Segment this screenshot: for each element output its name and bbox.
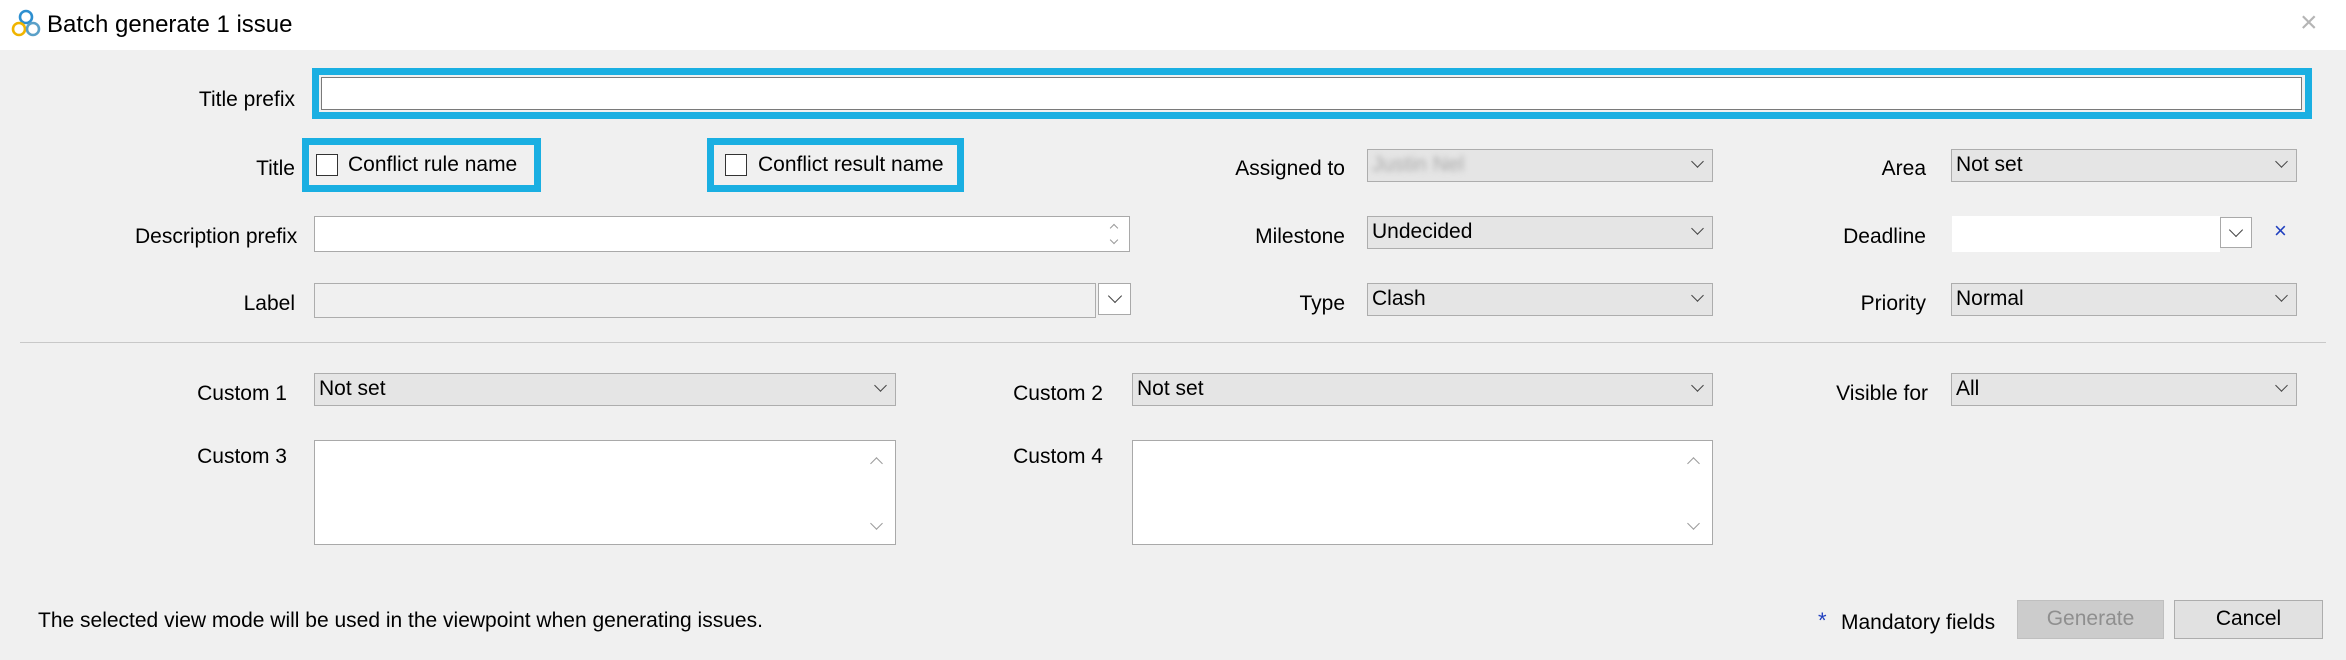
- milestone-value: Undecided: [1372, 220, 1473, 243]
- custom2-select[interactable]: Not set: [1132, 373, 1713, 406]
- chevron-down-icon: [2275, 289, 2288, 302]
- assigned-to-select[interactable]: Justin Nel: [1367, 149, 1713, 182]
- visible-for-label: Visible for: [1836, 382, 1928, 405]
- chevron-down-icon: [1691, 155, 1704, 168]
- window-title: Batch generate 1 issue: [47, 11, 293, 38]
- section-divider: [20, 342, 2326, 343]
- custom3-textarea[interactable]: [314, 440, 896, 545]
- deadline-input[interactable]: [1952, 216, 2220, 252]
- chevron-down-icon: [1691, 379, 1704, 392]
- custom2-label: Custom 2: [1013, 382, 1103, 405]
- priority-value: Normal: [1956, 287, 2024, 310]
- milestone-label: Milestone: [1255, 225, 1345, 248]
- conflict-result-checkbox[interactable]: [725, 154, 747, 176]
- visible-for-value: All: [1956, 377, 1980, 400]
- title-bar: Batch generate 1 issue ×: [0, 0, 2346, 50]
- custom4-textarea[interactable]: [1132, 440, 1713, 545]
- area-value: Not set: [1956, 153, 2023, 176]
- area-select[interactable]: Not set: [1951, 149, 2297, 182]
- priority-label: Priority: [1860, 292, 1926, 315]
- milestone-select[interactable]: Undecided: [1367, 216, 1713, 249]
- custom1-value: Not set: [319, 377, 386, 400]
- label-input[interactable]: [314, 283, 1096, 318]
- cancel-button[interactable]: Cancel: [2174, 600, 2323, 639]
- label-dropdown-button[interactable]: [1098, 283, 1131, 315]
- generate-button[interactable]: Generate: [2017, 600, 2164, 639]
- chevron-down-icon: [1691, 222, 1704, 235]
- title-prefix-label: Title prefix: [198, 88, 295, 111]
- chevron-down-icon: [2275, 155, 2288, 168]
- close-icon[interactable]: ×: [2300, 6, 2318, 40]
- view-mode-note: The selected view mode will be used in t…: [38, 609, 763, 632]
- chevron-down-icon: [874, 379, 887, 392]
- deadline-clear-icon[interactable]: ×: [2274, 218, 2287, 244]
- type-value: Clash: [1372, 287, 1426, 310]
- custom4-label: Custom 4: [1013, 445, 1103, 468]
- deadline-label: Deadline: [1843, 225, 1926, 248]
- chevron-down-icon: [2275, 379, 2288, 392]
- custom1-select[interactable]: Not set: [314, 373, 896, 406]
- description-prefix-input[interactable]: [314, 216, 1130, 252]
- chevron-down-icon: [2228, 222, 2244, 238]
- custom3-label: Custom 3: [197, 445, 287, 468]
- assigned-to-label: Assigned to: [1235, 157, 1345, 180]
- mandatory-fields-label: Mandatory fields: [1841, 611, 1996, 634]
- priority-select[interactable]: Normal: [1951, 283, 2297, 316]
- chevron-down-icon: [1107, 288, 1123, 304]
- type-label: Type: [1299, 292, 1345, 315]
- title-prefix-input[interactable]: [321, 77, 2302, 110]
- description-scroll-down-icon[interactable]: [1109, 235, 1119, 245]
- type-select[interactable]: Clash: [1367, 283, 1713, 316]
- custom3-scroll-down-icon[interactable]: [870, 517, 883, 530]
- description-prefix-label: Description prefix: [135, 225, 298, 248]
- area-label: Area: [1881, 157, 1926, 180]
- app-logo-icon: [11, 9, 41, 37]
- custom4-scroll-down-icon[interactable]: [1687, 517, 1700, 530]
- conflict-rule-label[interactable]: Conflict rule name: [348, 153, 517, 177]
- deadline-dropdown-button[interactable]: [2220, 217, 2252, 248]
- assigned-to-value: Justin Nel: [1372, 153, 1465, 176]
- mandatory-star: *: [1818, 608, 1827, 633]
- title-label: Title: [256, 157, 295, 180]
- description-scroll-up-icon[interactable]: [1109, 223, 1119, 233]
- custom1-label: Custom 1: [197, 382, 287, 405]
- chevron-down-icon: [1691, 289, 1704, 302]
- custom4-scroll-up-icon[interactable]: [1687, 457, 1700, 470]
- visible-for-select[interactable]: All: [1951, 373, 2297, 406]
- conflict-rule-checkbox[interactable]: [316, 154, 338, 176]
- conflict-result-label[interactable]: Conflict result name: [758, 153, 944, 177]
- custom2-value: Not set: [1137, 377, 1204, 400]
- label-field-label: Label: [243, 292, 295, 315]
- custom3-scroll-up-icon[interactable]: [870, 457, 883, 470]
